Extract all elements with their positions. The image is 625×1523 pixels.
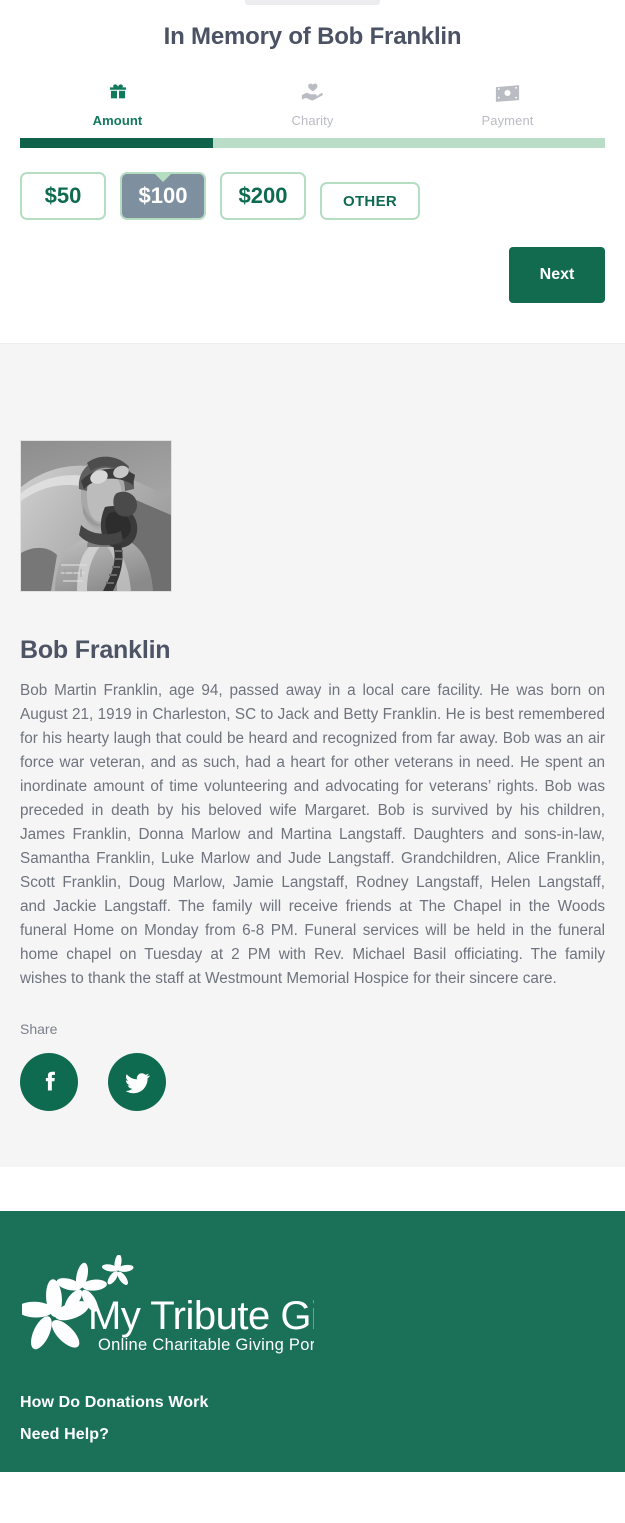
top-edge-strip [0, 0, 625, 8]
amount-button-other[interactable]: OTHER [320, 182, 420, 220]
share-label: Share [20, 1021, 58, 1037]
step-charity[interactable]: Charity [215, 80, 410, 128]
cut-off-element [245, 0, 380, 5]
obituary-section: Bob Franklin Bob Martin Franklin, age 94… [0, 343, 625, 1167]
section-divider-gap [0, 1167, 625, 1211]
site-footer: My Tribute Gift Online Charitable Giving… [0, 1211, 625, 1472]
share-buttons [20, 1053, 605, 1111]
share-twitter-button[interactable] [108, 1053, 166, 1111]
step-label-amount: Amount [92, 113, 143, 128]
panel-bottom-spacer [20, 303, 605, 343]
banknote-icon [410, 80, 605, 106]
brand-logo-tagline: Online Charitable Giving Portal [98, 1336, 314, 1354]
gift-icon [20, 80, 215, 106]
brand-logo-title: My Tribute Gift [88, 1294, 314, 1338]
page-title: In Memory of Bob Franklin [163, 23, 462, 50]
facebook-icon [36, 1069, 62, 1095]
hand-heart-icon [215, 80, 410, 106]
footer-link-need-help[interactable]: Need Help? [20, 1426, 605, 1444]
page-root: In Memory of Bob Franklin Amount Charity… [0, 0, 625, 1523]
step-label-charity: Charity [291, 113, 334, 128]
share-facebook-button[interactable] [20, 1053, 78, 1111]
step-indicator: Amount Charity Payment [20, 80, 605, 128]
step-amount[interactable]: Amount [20, 80, 215, 128]
twitter-icon [124, 1069, 151, 1096]
deceased-portrait [20, 440, 172, 592]
amount-button-50[interactable]: $50 [20, 172, 106, 220]
brand-logo[interactable]: My Tribute Gift Online Charitable Giving… [22, 1255, 605, 1358]
donation-widget: In Memory of Bob Franklin Amount Charity… [0, 8, 625, 343]
step-payment[interactable]: Payment [410, 80, 605, 128]
amount-options: $50 $100 $200 OTHER [20, 148, 605, 220]
amount-button-100[interactable]: $100 [120, 172, 206, 220]
footer-link-how-donations-work[interactable]: How Do Donations Work [20, 1394, 605, 1412]
wizard-actions: Next [20, 220, 605, 303]
deceased-name: Bob Franklin [20, 636, 171, 664]
amount-button-200[interactable]: $200 [220, 172, 306, 220]
step-label-payment: Payment [481, 113, 534, 128]
progress-bar [20, 138, 605, 148]
progress-bar-fill [20, 138, 214, 148]
next-button[interactable]: Next [509, 247, 605, 303]
obituary-body: Bob Martin Franklin, age 94, passed away… [20, 682, 605, 987]
